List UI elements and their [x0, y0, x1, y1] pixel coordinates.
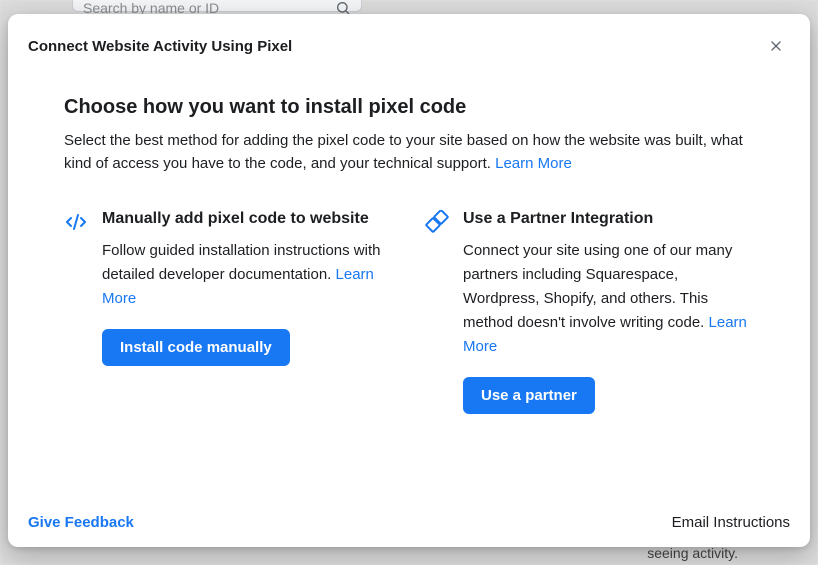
modal-title: Connect Website Activity Using Pixel [28, 38, 292, 55]
install-options: Manually add pixel code to website Follo… [64, 208, 754, 415]
modal-footer: Give Feedback Email Instructions [24, 506, 794, 535]
option-manual-content: Manually add pixel code to website Follo… [102, 208, 393, 367]
option-partner-content: Use a Partner Integration Connect your s… [463, 208, 754, 415]
use-partner-button[interactable]: Use a partner [463, 377, 595, 414]
modal-header: Connect Website Activity Using Pixel [24, 32, 794, 68]
modal-body: Choose how you want to install pixel cod… [24, 68, 794, 506]
option-manual-title: Manually add pixel code to website [102, 208, 393, 230]
option-partner-title: Use a Partner Integration [463, 208, 754, 230]
background-searchbox: Search by name or ID [72, 0, 362, 12]
close-icon [768, 38, 784, 54]
partner-icon [425, 210, 449, 234]
option-partner-desc: Connect your site using one of our many … [463, 239, 754, 359]
option-partner: Use a Partner Integration Connect your s… [425, 208, 754, 415]
close-button[interactable] [762, 32, 790, 60]
option-manual-desc: Follow guided installation instructions … [102, 239, 393, 311]
option-manual: Manually add pixel code to website Follo… [64, 208, 393, 415]
page-heading: Choose how you want to install pixel cod… [64, 96, 754, 119]
learn-more-link-top[interactable]: Learn More [495, 155, 572, 172]
background-text-bottom: seeing activity. [647, 545, 738, 561]
install-manually-button[interactable]: Install code manually [102, 329, 290, 366]
give-feedback-link[interactable]: Give Feedback [28, 514, 134, 531]
code-icon [64, 210, 88, 234]
pixel-install-modal: Connect Website Activity Using Pixel Cho… [8, 14, 810, 547]
email-instructions-link[interactable]: Email Instructions [672, 514, 790, 531]
page-subheading: Select the best method for adding the pi… [64, 129, 754, 176]
